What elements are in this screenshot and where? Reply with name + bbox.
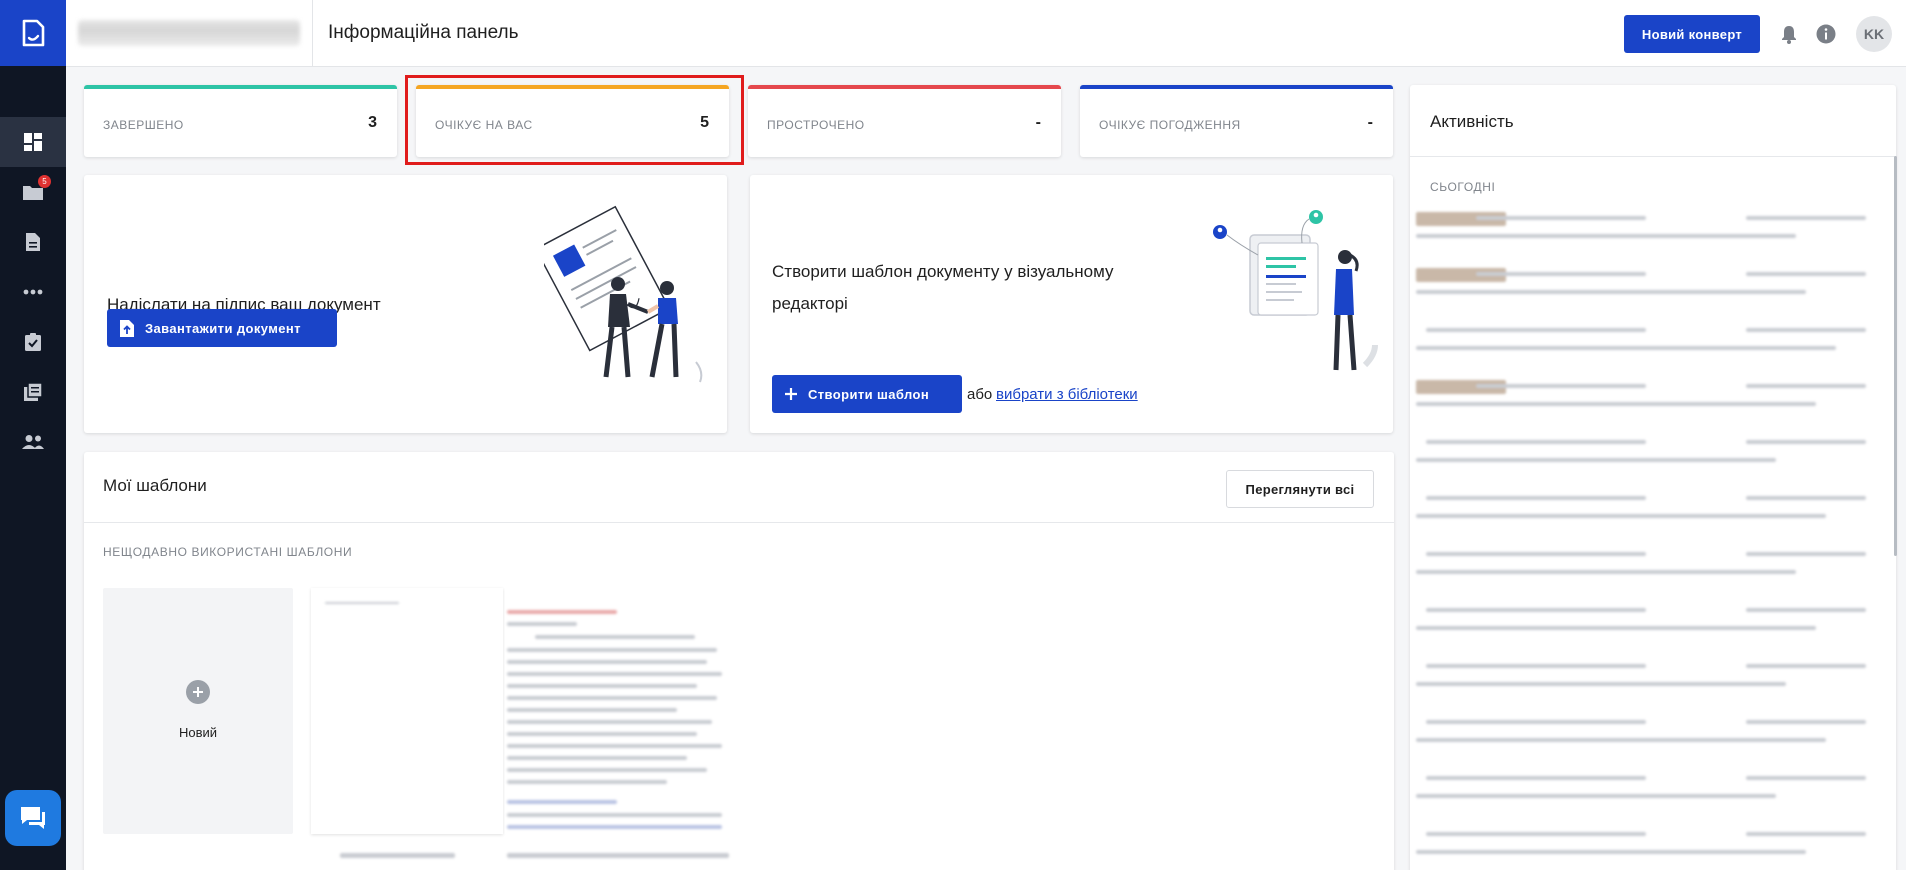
activity-item[interactable]	[1416, 826, 1866, 866]
stat-label: ЗАВЕРШЕНО	[103, 118, 184, 132]
upload-document-label: Завантажити документ	[145, 320, 301, 336]
stat-color-bar	[748, 85, 1061, 89]
activity-item[interactable]	[1416, 210, 1866, 250]
users-icon	[22, 435, 44, 449]
logo-document-icon	[22, 19, 45, 47]
highlight-box	[405, 75, 744, 165]
stat-card-awaiting-approval[interactable]: ОЧІКУЄ ПОГОДЖЕННЯ -	[1080, 85, 1393, 157]
activity-scrollbar[interactable]	[1894, 156, 1897, 556]
support-chat-button[interactable]	[5, 790, 61, 846]
activity-item[interactable]	[1416, 602, 1866, 642]
template-editor-illustration	[1213, 210, 1378, 371]
add-circle-icon	[186, 680, 210, 704]
stat-color-bar	[84, 85, 397, 89]
activity-title: Активність	[1430, 112, 1514, 131]
sidebar-item-templates[interactable]	[0, 217, 66, 267]
documents-count-badge: 5	[38, 175, 51, 188]
activity-item[interactable]	[1416, 378, 1866, 418]
top-bar: Інформаційна панель Новий конверт KK	[66, 0, 1906, 67]
app-logo[interactable]	[0, 0, 66, 66]
sidebar-item-more[interactable]	[0, 267, 66, 317]
more-dots-icon	[23, 289, 43, 295]
notifications-button[interactable]	[1776, 21, 1802, 47]
chat-icon	[21, 807, 45, 829]
library-icon	[24, 382, 43, 401]
dashboard-icon	[24, 133, 42, 151]
info-icon	[1816, 24, 1836, 44]
new-template-label: Новий	[178, 725, 218, 740]
stat-value: -	[1035, 114, 1041, 131]
bell-icon	[1782, 25, 1796, 44]
stat-value: -	[1367, 114, 1373, 131]
activity-item[interactable]	[1416, 658, 1866, 698]
view-all-templates-button[interactable]: Переглянути всі	[1226, 470, 1374, 508]
activity-item[interactable]	[1416, 546, 1866, 586]
new-envelope-button[interactable]: Новий конверт	[1624, 15, 1760, 53]
send-document-card: Надіслати на підпис ваш документ Заванта…	[84, 175, 727, 433]
organization-name-blurred[interactable]	[78, 20, 300, 46]
or-text: або	[967, 386, 993, 403]
template-thumbnail[interactable]	[505, 588, 730, 834]
header-divider	[312, 0, 313, 67]
stat-color-bar	[1080, 85, 1393, 89]
templates-divider	[84, 522, 1394, 523]
page-title: Інформаційна панель	[328, 22, 519, 43]
template-thumbnail[interactable]	[311, 588, 503, 834]
stat-card-completed[interactable]: ЗАВЕРШЕНО 3	[84, 85, 397, 157]
create-template-label: Створити шаблон	[808, 386, 930, 402]
activity-item[interactable]	[1416, 434, 1866, 474]
new-template-tile[interactable]: Новий	[103, 588, 293, 834]
activity-divider	[1410, 156, 1896, 157]
create-template-card: Створити шаблон документу у візуальному …	[750, 175, 1393, 433]
sidebar-item-documents[interactable]: 5	[0, 167, 66, 217]
activity-item[interactable]	[1416, 266, 1866, 306]
activity-item[interactable]	[1416, 770, 1866, 810]
sidebar-item-dashboard[interactable]	[0, 117, 66, 167]
create-template-button[interactable]: Створити шаблон	[772, 375, 962, 413]
activity-item[interactable]	[1416, 490, 1866, 530]
plus-icon	[785, 388, 797, 400]
clipboard-check-icon	[25, 333, 41, 351]
upload-document-button[interactable]: Завантажити документ	[107, 309, 337, 347]
choose-from-library-link[interactable]: вибрати з бібліотеки	[996, 386, 1138, 403]
upload-file-icon	[120, 319, 134, 337]
info-button[interactable]	[1813, 21, 1839, 47]
create-template-text: Створити шаблон документу у візуальному …	[772, 262, 1114, 313]
stat-label: ОЧІКУЄ ПОГОДЖЕННЯ	[1099, 118, 1241, 132]
stat-card-overdue[interactable]: ПРОСТРОЧЕНО -	[748, 85, 1061, 157]
sidebar: 5	[0, 0, 66, 870]
sidebar-item-users[interactable]	[0, 417, 66, 467]
activity-today-label: СЬОГОДНІ	[1430, 180, 1496, 194]
stat-value: 3	[368, 114, 377, 131]
activity-item[interactable]	[1416, 322, 1866, 362]
document-icon	[26, 233, 40, 251]
activity-item[interactable]	[1416, 714, 1866, 754]
sidebar-item-library[interactable]	[0, 367, 66, 417]
stat-label: ПРОСТРОЧЕНО	[767, 118, 865, 132]
user-avatar[interactable]: KK	[1856, 16, 1892, 52]
sidebar-item-tasks[interactable]	[0, 317, 66, 367]
my-templates-title: Мої шаблони	[103, 476, 207, 495]
recently-used-label: НЕЩОДАВНО ВИКОРИСТАНІ ШАБЛОНИ	[103, 545, 353, 559]
